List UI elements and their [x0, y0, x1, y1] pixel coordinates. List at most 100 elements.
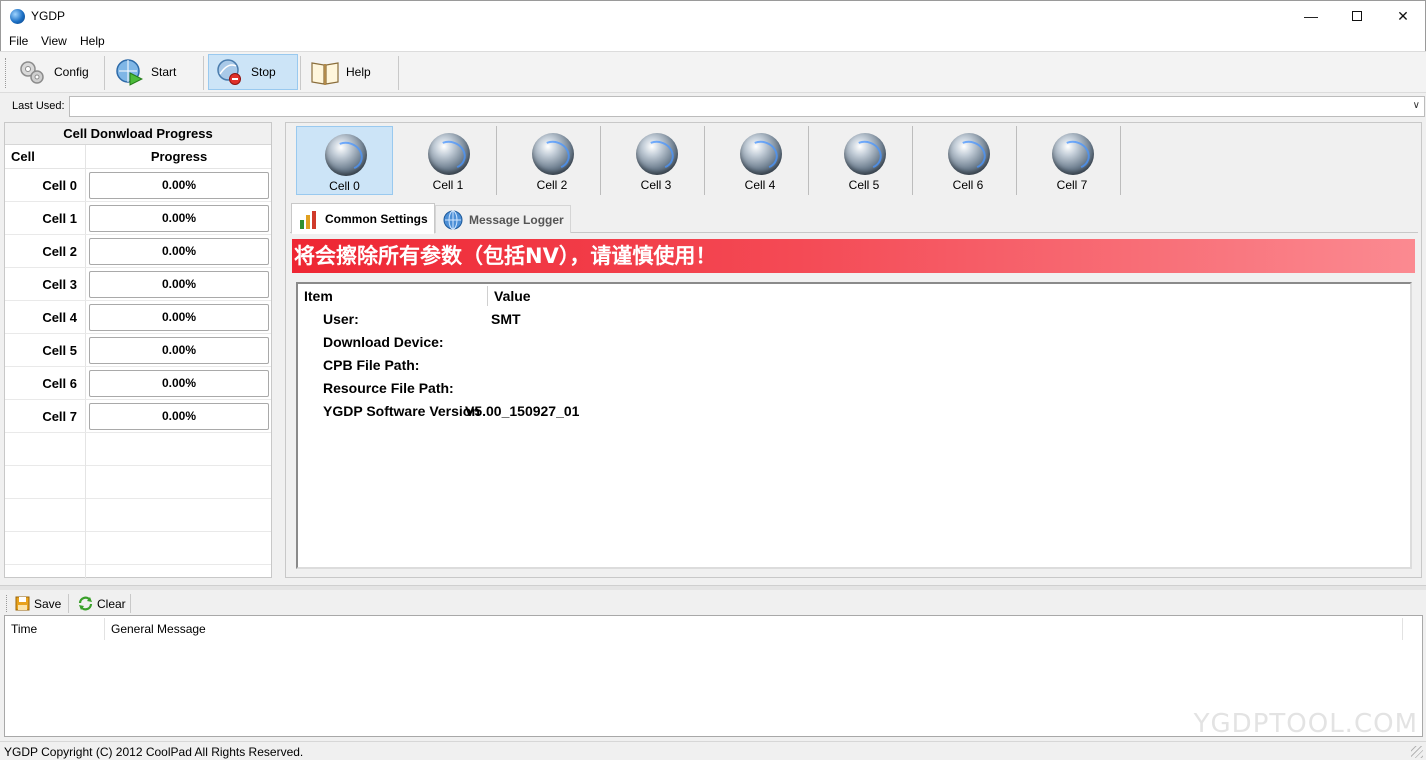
tab-common-settings[interactable]: Common Settings: [291, 203, 435, 234]
column-header-message[interactable]: General Message: [111, 622, 206, 636]
tab-label: Common Settings: [325, 211, 428, 226]
cell-selector-bar: Cell 0 Cell 1 Cell 2 Cell 3 Cell 4 Cell …: [296, 126, 1126, 195]
grid-item: CPB File Path:: [323, 357, 420, 373]
floppy-disk-icon: [15, 596, 30, 611]
help-button[interactable]: Help: [304, 54, 396, 90]
cell-button-label: Cell 1: [432, 178, 464, 192]
maximize-button[interactable]: [1334, 1, 1380, 31]
progress-cell-name: Cell 1: [42, 211, 77, 226]
empty-row: [5, 433, 271, 466]
cell-button-label: Cell 4: [744, 178, 776, 192]
settings-tabs: Common Settings Message Logger: [290, 203, 1418, 234]
grid-row: Download Device:: [298, 331, 1410, 354]
cell-2-button[interactable]: Cell 2: [504, 126, 601, 195]
progress-value: 0.00%: [89, 238, 269, 265]
tab-label: Message Logger: [469, 212, 564, 227]
progress-value: 0.00%: [89, 337, 269, 364]
network-globe-icon: [740, 133, 782, 175]
clear-button[interactable]: Clear: [78, 594, 126, 613]
warning-banner: 将会擦除所有参数（包括NV），请谨慎使用！: [292, 239, 1415, 273]
start-label: Start: [151, 65, 177, 79]
cell-button-label: Cell 7: [1056, 178, 1088, 192]
chevron-down-icon[interactable]: ∨: [1413, 100, 1420, 111]
toolbar-separator: [104, 56, 105, 90]
column-divider[interactable]: [1402, 618, 1403, 640]
stop-label: Stop: [251, 65, 276, 79]
network-globe-icon: [1052, 133, 1094, 175]
book-icon: [310, 58, 339, 86]
column-divider[interactable]: [104, 618, 105, 640]
start-button[interactable]: Start: [109, 54, 201, 90]
cell-detail-panel: Cell 0 Cell 1 Cell 2 Cell 3 Cell 4 Cell …: [285, 122, 1422, 578]
progress-cell-name: Cell 2: [42, 244, 77, 259]
toolbar-separator: [68, 594, 69, 613]
grid-item: YGDP Software Version: [323, 403, 480, 419]
column-divider[interactable]: [487, 286, 488, 306]
progress-row: Cell 4 0.00%: [5, 301, 271, 334]
network-globe-icon: [948, 133, 990, 175]
config-button[interactable]: Config: [12, 54, 104, 90]
cell-5-button[interactable]: Cell 5: [816, 126, 913, 195]
close-button[interactable]: ✕: [1380, 1, 1426, 31]
menu-file[interactable]: File: [9, 34, 28, 48]
save-label: Save: [34, 596, 62, 611]
bar-chart-icon: [298, 208, 320, 230]
progress-row: Cell 5 0.00%: [5, 334, 271, 367]
network-globe-icon: [325, 134, 367, 176]
stop-globe-icon: [215, 58, 243, 86]
last-used-bar: Last Used: ∨: [0, 94, 1426, 119]
tab-message-logger[interactable]: Message Logger: [435, 205, 571, 233]
grid-row: Resource File Path:: [298, 377, 1410, 400]
status-bar: YGDP Copyright (C) 2012 CoolPad All Righ…: [0, 741, 1426, 760]
progress-row: Cell 2 0.00%: [5, 235, 271, 268]
progress-value: 0.00%: [89, 370, 269, 397]
column-header-value[interactable]: Value: [494, 288, 531, 304]
cell-1-button[interactable]: Cell 1: [400, 126, 497, 195]
stop-button[interactable]: Stop: [208, 54, 298, 90]
last-used-combobox[interactable]: ∨: [69, 96, 1425, 117]
settings-grid: Item Value User: SMT Download Device: CPB…: [296, 282, 1412, 569]
progress-cell-name: Cell 0: [42, 178, 77, 193]
progress-row: Cell 1 0.00%: [5, 202, 271, 235]
toolbar-grip[interactable]: [6, 595, 7, 612]
column-header-item[interactable]: Item: [304, 288, 333, 304]
progress-value: 0.00%: [89, 304, 269, 331]
main-toolbar: Config Start Stop Help: [0, 51, 1426, 93]
maximize-icon: [1352, 11, 1362, 21]
column-header-time[interactable]: Time: [11, 622, 37, 636]
gears-icon: [18, 58, 46, 86]
last-used-label: Last Used:: [12, 100, 65, 112]
cell-button-label: Cell 0: [329, 179, 360, 193]
log-toolbar: Save Clear: [0, 591, 1426, 615]
globe-icon: [442, 209, 464, 231]
cell-6-button[interactable]: Cell 6: [920, 126, 1017, 195]
toolbar-grip[interactable]: [5, 58, 8, 88]
menu-help[interactable]: Help: [80, 34, 105, 48]
resize-grip[interactable]: [1411, 746, 1423, 758]
watermark: YGDPTOOL.COM: [1193, 709, 1418, 739]
cell-0-button[interactable]: Cell 0: [296, 126, 393, 195]
network-globe-icon: [636, 133, 678, 175]
network-globe-icon: [428, 133, 470, 175]
empty-row: [5, 532, 271, 565]
progress-row: Cell 3 0.00%: [5, 268, 271, 301]
help-label: Help: [346, 65, 371, 79]
cell-3-button[interactable]: Cell 3: [608, 126, 705, 195]
column-header-cell: Cell: [11, 149, 35, 164]
cell-button-label: Cell 2: [536, 178, 568, 192]
minimize-button[interactable]: —: [1288, 1, 1334, 31]
empty-row: [5, 466, 271, 499]
grid-row: CPB File Path:: [298, 354, 1410, 377]
grid-column-headers: Item Value: [298, 284, 1410, 308]
cell-button-label: Cell 6: [952, 178, 984, 192]
menu-bar: File View Help: [0, 31, 1426, 51]
progress-cell-name: Cell 6: [42, 376, 77, 391]
panel-splitter[interactable]: [0, 585, 1426, 590]
toolbar-separator: [203, 56, 204, 90]
menu-view[interactable]: View: [41, 34, 67, 48]
grid-row: YGDP Software Version V5.00_150927_01: [298, 400, 1410, 423]
column-header-progress: Progress: [150, 149, 208, 164]
cell-7-button[interactable]: Cell 7: [1024, 126, 1121, 195]
cell-4-button[interactable]: Cell 4: [712, 126, 809, 195]
save-button[interactable]: Save: [15, 594, 61, 613]
